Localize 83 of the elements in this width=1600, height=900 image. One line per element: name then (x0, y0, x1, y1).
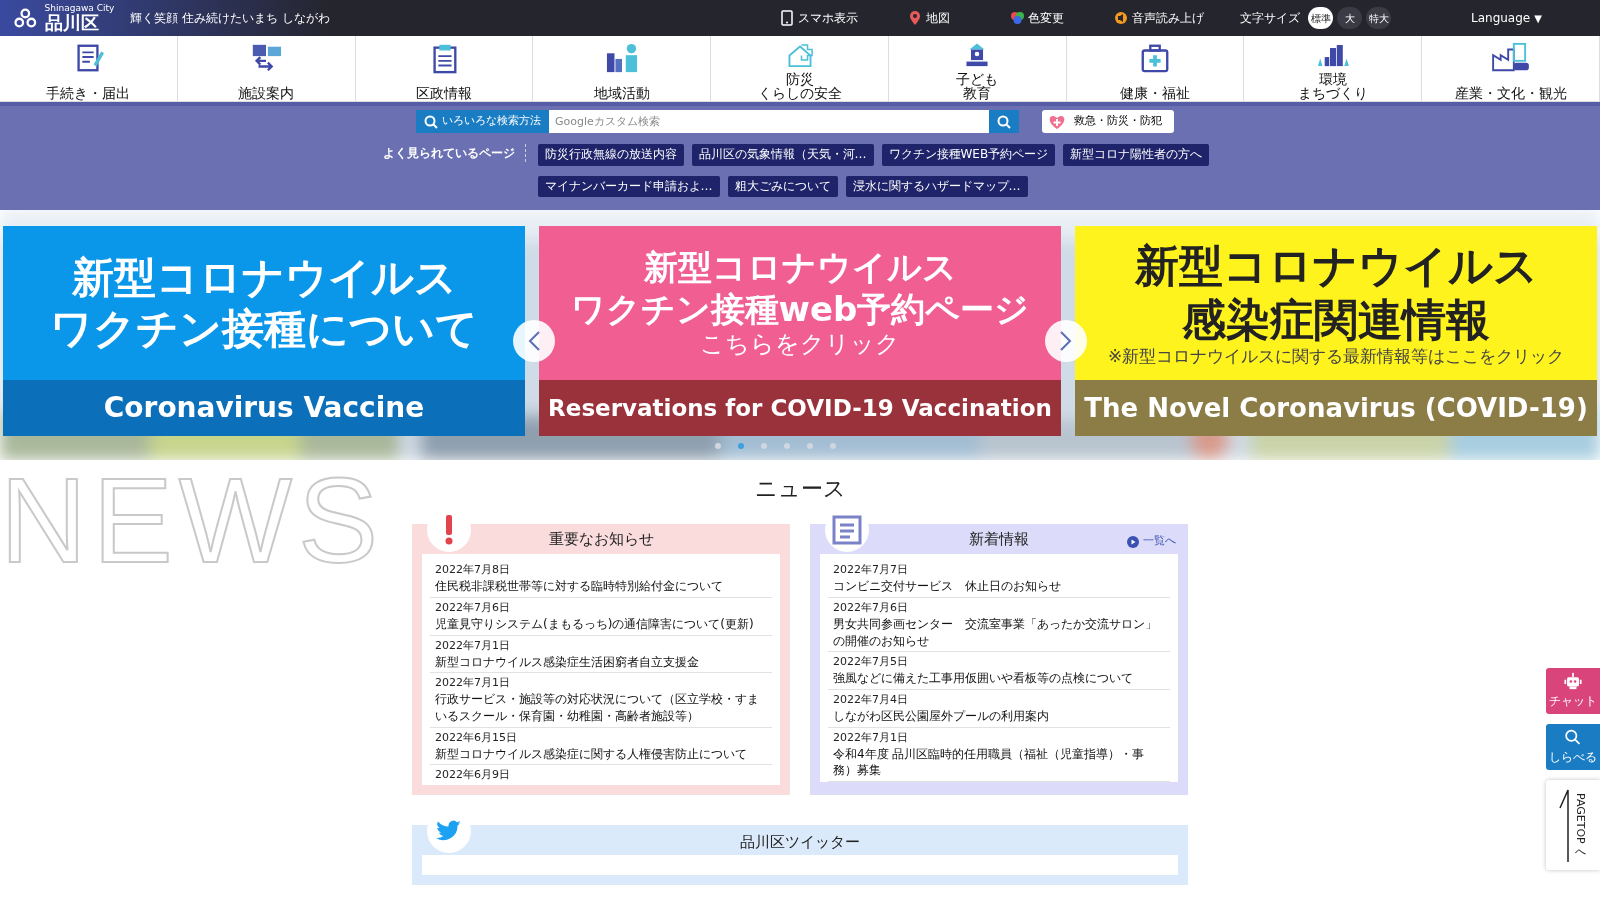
language-menu[interactable]: Language ▼ (1471, 9, 1542, 27)
search-button[interactable] (989, 110, 1019, 133)
section-title: ニュース (754, 475, 846, 503)
news-link[interactable]: 令和4年度 品川区臨時的任用職員（福祉（児童指導）・事務）募集 (833, 745, 1165, 780)
side-button[interactable]: しらべる (1546, 724, 1600, 770)
more-link[interactable]: 一覧へ (1127, 533, 1176, 550)
nav-item[interactable]: 地域活動 (533, 36, 712, 101)
news-link[interactable]: コンビニ交付サービス 休止日のお知らせ (833, 578, 1165, 596)
news-link[interactable]: 新型コロナウイルス感染症に関する人権侵害防止について (435, 745, 767, 763)
emergency-button[interactable]: 救急・防災・防犯 (1042, 110, 1174, 133)
document-icon (832, 515, 862, 546)
color-circles-icon (1010, 10, 1024, 26)
news-link[interactable]: 男女共同参画センター 交流室事業「あったか交流サロン」の開催のお知らせ (833, 615, 1165, 650)
robot-icon (1562, 672, 1584, 690)
news-date: 2022年7月5日 (833, 655, 909, 671)
play-circle-icon (1127, 535, 1139, 548)
caret-icon: ▼ (1534, 10, 1542, 26)
panel-title: 重要なお知らせ (548, 529, 654, 551)
tool-link[interactable]: 色変更 (1010, 9, 1064, 27)
popular-link[interactable]: ワクチン接種WEB予約ページ (881, 144, 1056, 166)
carousel-dot[interactable] (829, 443, 836, 449)
nav-item[interactable]: 健康・福祉 (1066, 36, 1245, 101)
news-date: 2022年7月4日 (833, 693, 909, 708)
popular-link[interactable]: マイナンバーカード申請およ… (537, 175, 720, 198)
text-size-option[interactable]: 標準 (1308, 7, 1333, 29)
nav-item[interactable]: 手続き・届出 (0, 36, 178, 101)
search-method-button[interactable]: いろいろな検索方法 (416, 110, 549, 133)
news-date: 2022年6月15日 (435, 730, 518, 746)
logo-caption: Shinagawa City (44, 3, 115, 13)
bird-icon (436, 820, 462, 843)
nav-item[interactable]: 区政情報 (355, 36, 534, 101)
person-icon (604, 42, 639, 74)
nav-item[interactable]: 子ども 教育 (888, 36, 1067, 101)
news-date: 2022年7月6日 (435, 601, 511, 616)
carousel-dot[interactable] (737, 443, 744, 449)
map-pin-icon (908, 10, 922, 26)
popular-pages-label: よく見られているページ (382, 144, 526, 162)
search-field[interactable]: Googleカスタム検索 (549, 110, 989, 133)
page-top-button[interactable]: PAGETOPへ (1546, 780, 1600, 870)
speaker-icon (1114, 10, 1128, 26)
tagline: 輝く笑顔 住み続けたいまち しながわ (130, 10, 330, 27)
nav-item[interactable]: 環境 まちづくり (1244, 36, 1423, 101)
carousel-dot[interactable] (714, 443, 721, 449)
news-date: 2022年6月9日 (435, 768, 511, 784)
carousel-dot[interactable] (806, 443, 813, 449)
panel-title: 新着情報 (969, 529, 1029, 551)
news-link[interactable]: 児童見守りシステム(まもるっち)の通信障害について(更新) (435, 615, 767, 633)
text-size-option[interactable]: 大 (1337, 7, 1362, 29)
news-link[interactable]: 行政サービス・施設等の対応状況について（区立学校・すまいるスクール・保育園・幼稚園・高齢者施設等） (435, 691, 767, 725)
popular-link[interactable]: 浸水に関するハザードマップ… (845, 175, 1028, 198)
news-date: 2022年7月7日 (833, 563, 909, 579)
popular-link[interactable]: 品川区の気象情報（天気・河… (691, 144, 874, 166)
phone-icon (780, 10, 794, 26)
nav-item[interactable]: 施設案内 (177, 36, 356, 101)
search-icon (424, 114, 438, 129)
tool-link[interactable]: 音声読み上げ (1114, 9, 1204, 27)
news-date: 2022年7月6日 (833, 601, 909, 616)
popular-link[interactable]: 粗大ごみについて (727, 175, 838, 198)
news-date: 2022年7月1日 (435, 676, 511, 692)
text-size-option[interactable]: 特大 (1366, 7, 1391, 29)
news-link[interactable]: しながわ区民公園屋外プールの利用案内 (833, 707, 1165, 725)
news-date: 2022年7月1日 (435, 638, 511, 654)
news-link[interactable]: 強風などに備えた工事用仮囲いや看板等の点検について (833, 670, 1165, 688)
carousel-dot[interactable] (783, 443, 790, 449)
chevron-left-icon (527, 330, 541, 352)
popular-link[interactable]: 新型コロナ陽性者の方へ (1063, 144, 1210, 166)
carousel-dot[interactable] (760, 443, 767, 449)
panel-title: 品川区ツイッター (740, 832, 860, 852)
logo-text[interactable]: 品川区 (44, 12, 115, 33)
news-date: 2022年7月8日 (435, 563, 511, 579)
text-size-label: 文字サイズ (1240, 10, 1300, 27)
chevron-right-icon (1059, 330, 1073, 352)
tool-link[interactable]: 地図 (908, 9, 950, 27)
popular-link[interactable]: 防災行政無線の放送内容 (537, 144, 684, 166)
news-link[interactable]: 新型コロナウイルス感染症生活困窮者自立支援金 (435, 653, 767, 671)
news-date: 2022年7月1日 (833, 730, 909, 746)
nav-item[interactable]: 防災 くらしの安全 (711, 36, 889, 101)
heart-icon (1048, 113, 1066, 130)
news-link[interactable]: 住民税非課税世帯等に対する臨時特別給付金について (435, 578, 767, 596)
search-icon (997, 114, 1011, 129)
tool-link[interactable]: スマホ表示 (780, 9, 858, 27)
nav-item[interactable]: 産業・文化・観光 (1422, 36, 1600, 101)
side-button[interactable]: チャット (1546, 668, 1600, 714)
